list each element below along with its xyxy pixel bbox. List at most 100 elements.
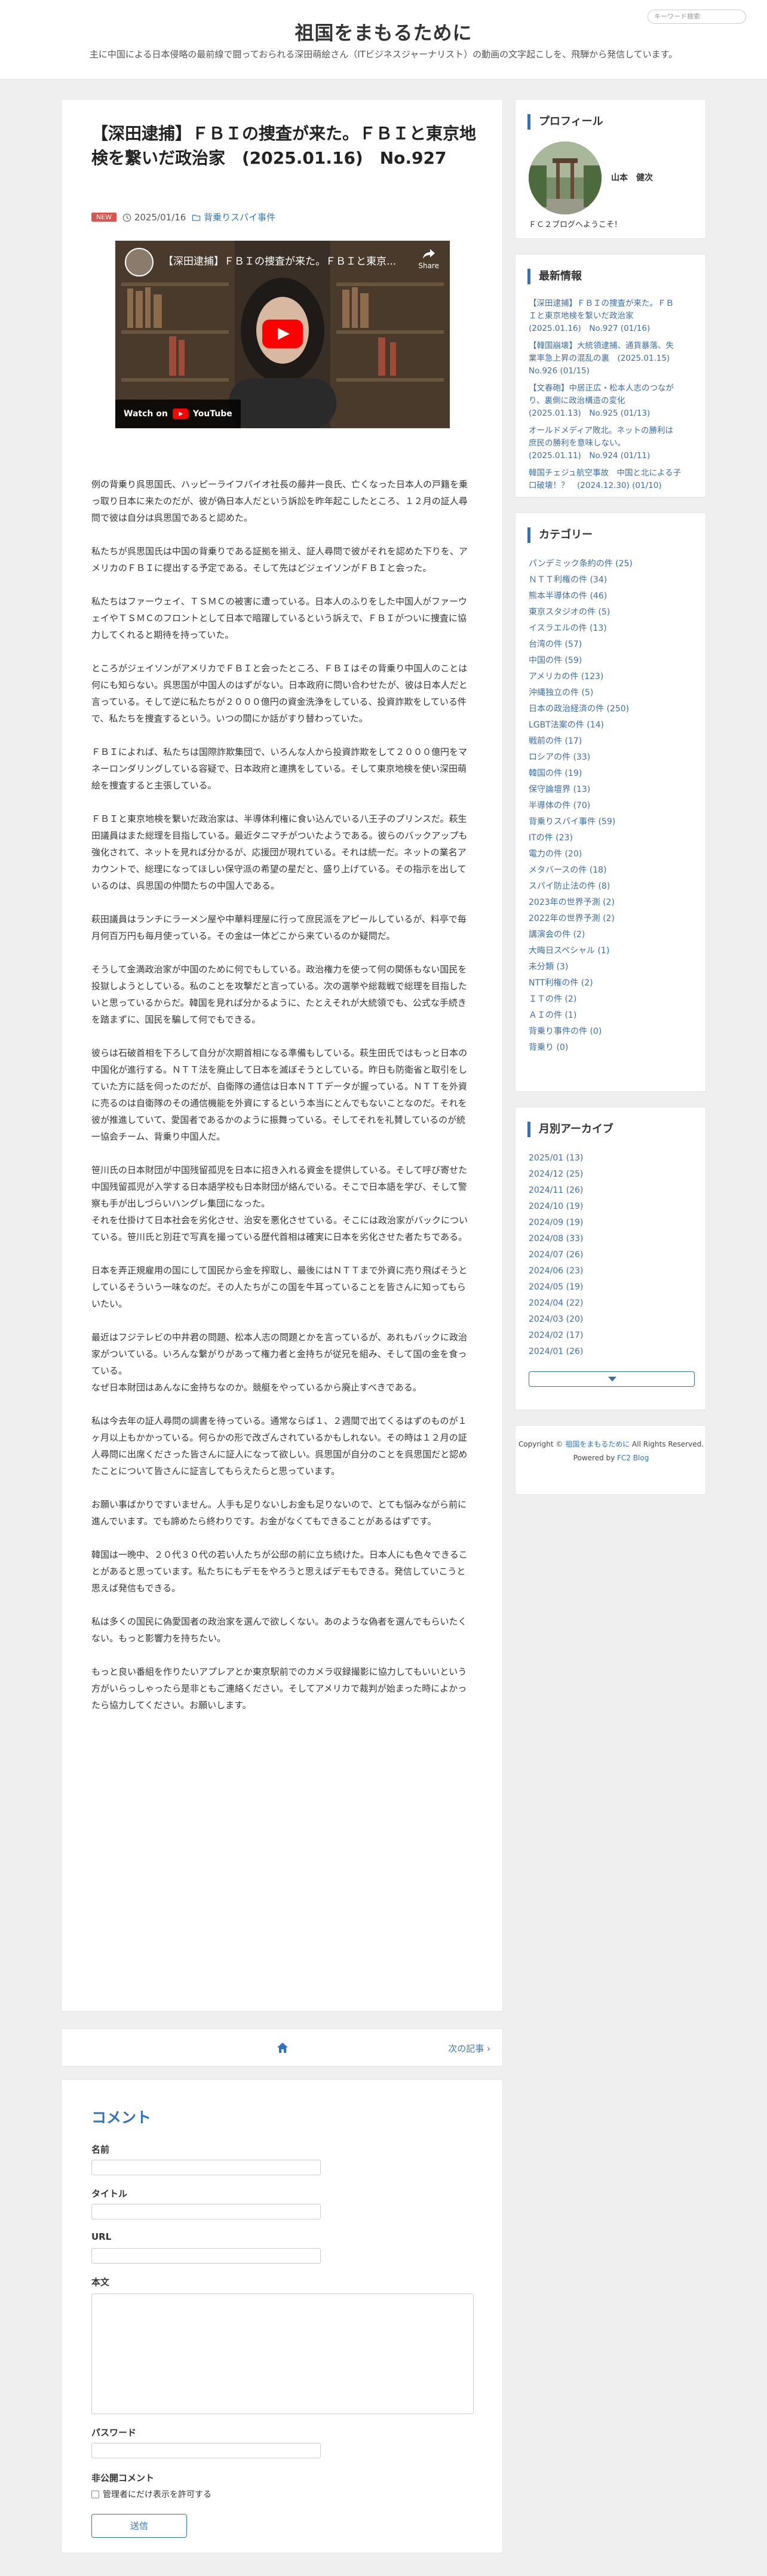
category-link[interactable]: 大晦日スペシャル (1): [529, 943, 696, 959]
latest-post-line: (2025.01.11) No.924 (01/11): [529, 451, 651, 460]
comment-form: コメント 名前 タイトル URL 本文 パスワード 非公開コメント 管理者にだけ…: [61, 2079, 503, 2553]
latest-post-link[interactable]: 【文春砲】中居正広・松本人志のつなが り、裏側に政治構造の変化 (2025.01.1…: [529, 382, 696, 420]
search-input[interactable]: キーワード検索: [648, 10, 746, 24]
latest-post-line: 庶民の勝利を意味しない。: [529, 438, 625, 448]
category-link[interactable]: 背乗り (0): [529, 1040, 696, 1056]
article-paragraph: 韓国は一晩中、２０代３０代の若い人たちが公邸の前に立ち続けた。日本人にも色々でき…: [91, 1549, 468, 1594]
video-title[interactable]: 【深田逮捕】ＦＢＩの捜査が来た。ＦＢＩと東京...: [163, 253, 396, 268]
category-link[interactable]: 2023年の世界予測 (2): [529, 895, 696, 911]
category-link[interactable]: ＩＴの件 (2): [529, 991, 696, 1008]
category-link[interactable]: 未分類 (3): [529, 959, 696, 975]
copyright-widget: Copyright © 祖国をまもるために All Rights Reserve…: [515, 1425, 706, 1495]
article-paragraph: もっと良い番組を作りたいアプレアとか東京駅前でのカメラ収録撮影に協力してもいいと…: [91, 1666, 467, 1711]
archive-month-link[interactable]: 2024/10 (19): [529, 1199, 696, 1215]
archive-widget: 月別アーカイブ 2025/01 (13) 2024/12 (25) 2024/11 …: [515, 1107, 706, 1410]
category-link[interactable]: NTT利権の件 (2): [529, 975, 696, 991]
copyright-site-link[interactable]: 祖国をまもるために: [565, 1440, 630, 1448]
share-button[interactable]: Share: [418, 248, 439, 270]
category-link[interactable]: 講演会の件 (2): [529, 927, 696, 943]
archive-month-link[interactable]: 2024/11 (26): [529, 1183, 696, 1199]
name-input[interactable]: [91, 2160, 321, 2175]
archive-month-link[interactable]: 2024/08 (33): [529, 1231, 696, 1247]
title-label: タイトル: [91, 2188, 128, 2199]
channel-avatar[interactable]: [125, 248, 154, 277]
category-link[interactable]: 中国の件 (59): [529, 653, 696, 669]
category-link[interactable]: 韓国の件 (19): [529, 766, 696, 782]
archive-month-link[interactable]: 2025/01 (13): [529, 1150, 696, 1166]
archive-month-link[interactable]: 2024/09 (19): [529, 1215, 696, 1231]
private-comment-label: 非公開コメント: [91, 2473, 155, 2483]
archive-month-link[interactable]: 2024/04 (22): [529, 1295, 696, 1312]
category-link[interactable]: スパイ防止法の件 (8): [529, 879, 696, 895]
category-link[interactable]: ＮＴＴ利権の件 (34): [529, 572, 696, 588]
password-label: パスワード: [91, 2427, 137, 2438]
date-wrapper: 2025/01/16: [122, 212, 186, 223]
latest-post-link[interactable]: オールドメディア敗北。ネットの勝利は 庶民の勝利を意味しない。 (2025.01.1…: [529, 425, 696, 462]
latest-post-link[interactable]: 【韓国崩壊】大統領逮捕、通貨暴落、失 業率急上昇の混乱の裏 (2025.01.15…: [529, 340, 696, 377]
category-link[interactable]: 戦前の件 (17): [529, 733, 696, 750]
latest-title: 最新情報: [527, 269, 582, 284]
latest-post-line: (2025.01.13) No.925 (01/13): [529, 409, 651, 418]
latest-post-line: オールドメディア敗北。ネットの勝利は: [529, 426, 674, 435]
category-link[interactable]: アメリカの件 (123): [529, 669, 696, 685]
next-article-link[interactable]: 次の記事 ›: [448, 2042, 490, 2055]
category-link[interactable]: 2022年の世界予測 (2): [529, 911, 696, 927]
profile-title: プロフィール: [527, 114, 603, 130]
article-paragraph: ところがジェイソンがアメリカでＦＢＩと会ったところ、ＦＢＩはその背乗り中国人のこ…: [91, 663, 468, 724]
latest-post-line: 韓国チェジュ航空事故 中国と北による子: [529, 468, 682, 478]
profile-name: 山本 健次: [611, 173, 653, 183]
category-link[interactable]: LGBT法案の件 (14): [529, 717, 696, 733]
copyright-prefix: Copyright ©: [518, 1440, 563, 1448]
category-link[interactable]: パンデミック条約の件 (25): [529, 556, 696, 572]
password-input[interactable]: [91, 2443, 321, 2458]
submit-button[interactable]: 送信: [91, 2514, 187, 2538]
archive-month-link[interactable]: 2024/06 (23): [529, 1263, 696, 1279]
archive-month-link[interactable]: 2024/03 (20): [529, 1312, 696, 1328]
article-paragraph: 例の背乗り呉思国氏、ハッピーライフパイオ社長の藤井一良氏、亡くなった日本人の戸籍…: [91, 479, 468, 523]
archive-month-link[interactable]: 2024/07 (26): [529, 1247, 696, 1263]
latest-post-line: (2025.01.16) No.927 (01/16): [529, 324, 651, 333]
private-comment-checkbox[interactable]: [91, 2490, 99, 2498]
fc2-blog-link[interactable]: FC2 Blog: [617, 1454, 649, 1462]
title-input[interactable]: [91, 2204, 321, 2219]
private-comment-option[interactable]: 管理者にだけ表示を許可する: [91, 2488, 211, 2500]
category-link[interactable]: 背乗り事件の件 (0): [529, 1024, 696, 1040]
latest-post-line: 【韓国崩壊】大統領逮捕、通貨暴落、失: [529, 341, 674, 351]
share-icon: [422, 249, 435, 259]
category-link[interactable]: 保守論壇界 (13): [529, 782, 696, 798]
comment-body-textarea[interactable]: [91, 2293, 474, 2414]
category-link[interactable]: ITの件 (23): [529, 830, 696, 846]
archive-month-link[interactable]: 2024/02 (17): [529, 1328, 696, 1344]
archive-month-link[interactable]: 2024/05 (19): [529, 1279, 696, 1295]
archive-month-link[interactable]: 2024/01 (26): [529, 1344, 696, 1360]
url-input[interactable]: [91, 2248, 321, 2264]
category-link[interactable]: ＡＩの件 (1): [529, 1008, 696, 1024]
category-link[interactable]: 背乗りスパイ事件 (59): [529, 814, 696, 830]
youtube-embed[interactable]: 【深田逮捕】ＦＢＩの捜査が来た。ＦＢＩと東京... Share Watch on…: [115, 241, 450, 428]
latest-post-link[interactable]: 【深田逮捕】ＦＢＩの捜査が来た。ＦＢ Ｉと東京地検を繋いだ政治家 (2025.01.…: [529, 297, 696, 335]
home-icon[interactable]: [275, 2041, 290, 2055]
category-link[interactable]: 熊本半導体の件 (46): [529, 588, 696, 604]
category-link[interactable]: ロシアの件 (33): [529, 750, 696, 766]
chevron-right-icon: ›: [487, 2043, 490, 2054]
article-category-link[interactable]: 背乗りスパイ事件: [204, 212, 275, 223]
watch-on-youtube-button[interactable]: Watch on YouTube: [115, 400, 241, 428]
category-link[interactable]: メタバースの件 (18): [529, 862, 696, 879]
category-link[interactable]: 半導体の件 (70): [529, 798, 696, 814]
category-link[interactable]: 沖縄独立の件 (5): [529, 685, 696, 701]
category-link[interactable]: 台湾の件 (57): [529, 637, 696, 653]
archive-expand-button[interactable]: [529, 1371, 695, 1387]
category-link[interactable]: 日本の政治経済の件 (250): [529, 701, 696, 717]
category-link[interactable]: イスラエルの件 (13): [529, 621, 696, 637]
categories-widget: カテゴリー パンデミック条約の件 (25) ＮＴＴ利権の件 (34) 熊本半導体の件…: [515, 512, 706, 1092]
play-icon[interactable]: [262, 320, 303, 348]
archive-month-link[interactable]: 2024/12 (25): [529, 1166, 696, 1183]
profile-widget: プロフィール 山本 健次 ＦＣ２ブログへようこそ！: [515, 99, 706, 239]
category-link[interactable]: 東京スタジオの件 (5): [529, 604, 696, 621]
category-wrapper[interactable]: 背乗りスパイ事件: [192, 211, 275, 223]
category-link[interactable]: 電力の件 (20): [529, 846, 696, 862]
comment-heading: コメント: [91, 2109, 152, 2126]
article-paragraph: 萩田議員はランチにラーメン屋や中華料理屋に行って庶民派をアピールしているが、料亭…: [91, 914, 467, 941]
latest-posts-widget: 最新情報 【深田逮捕】ＦＢＩの捜査が来た。ＦＢ Ｉと東京地検を繋いだ政治家 (202…: [515, 254, 706, 498]
latest-post-link[interactable]: 韓国チェジュ航空事故 中国と北による子 口破壊！？ (2024.12.30) (0…: [529, 467, 696, 492]
